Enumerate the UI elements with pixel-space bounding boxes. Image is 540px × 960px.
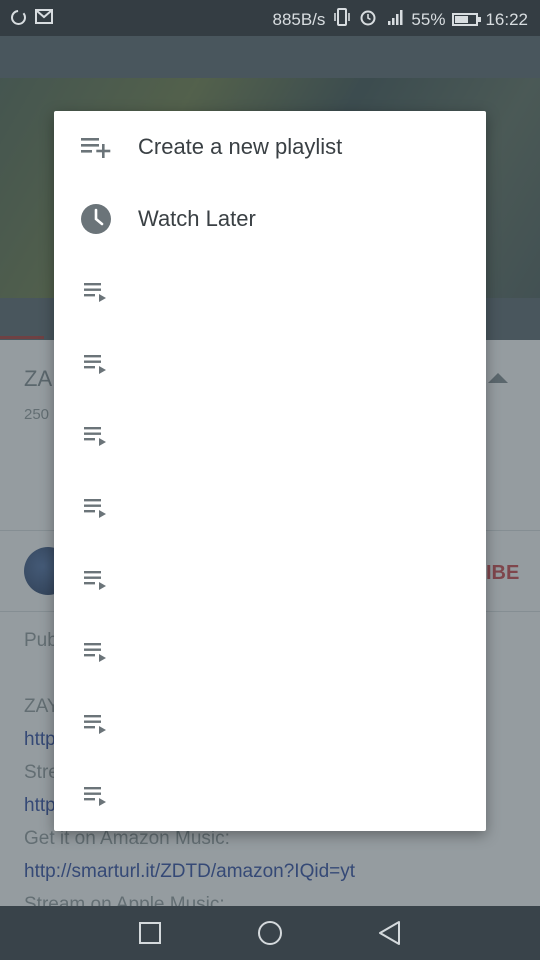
playlist-icon [80, 491, 112, 523]
sync-icon [10, 9, 27, 31]
home-circle-icon[interactable] [255, 918, 285, 948]
playlist-item[interactable] [54, 399, 486, 471]
playlist-icon [80, 779, 112, 811]
gmail-icon [35, 9, 53, 31]
playlist-item[interactable] [54, 543, 486, 615]
clock-icon [80, 203, 112, 235]
playlist-icon [80, 419, 112, 451]
watch-later-label: Watch Later [138, 206, 256, 231]
playlist-icon [80, 635, 112, 667]
playlist-item[interactable] [54, 327, 486, 399]
signal-icon [384, 8, 404, 31]
add-to-playlist-dialog: Create a new playlist Watch Later [54, 111, 486, 831]
playlist-item[interactable] [54, 615, 486, 687]
playlist-item[interactable] [54, 471, 486, 543]
recents-square-icon[interactable] [135, 918, 165, 948]
alarm-icon [359, 8, 377, 31]
battery-percent: 55% [411, 9, 446, 29]
playlist-icon [80, 347, 112, 379]
watch-later-item[interactable]: Watch Later [54, 183, 486, 255]
system-nav-bar [0, 906, 540, 960]
playlist-list [54, 255, 486, 831]
back-triangle-icon[interactable] [375, 918, 405, 948]
playlist-item[interactable] [54, 687, 486, 759]
playlist-item[interactable] [54, 759, 486, 831]
playlist-icon [80, 707, 112, 739]
vibrate-icon [332, 8, 352, 31]
battery-icon [452, 13, 482, 26]
playlist-add-icon [80, 131, 112, 163]
create-playlist-item[interactable]: Create a new playlist [54, 111, 486, 183]
status-time: 16:22 [485, 9, 528, 29]
playlist-icon [80, 275, 112, 307]
battery-fill [455, 16, 468, 23]
create-playlist-label: Create a new playlist [138, 134, 343, 159]
status-bar: 885B/s 55% 16:22 [0, 0, 540, 36]
network-speed: 885B/s [272, 9, 326, 29]
playlist-item[interactable] [54, 255, 486, 327]
playlist-icon [80, 563, 112, 595]
